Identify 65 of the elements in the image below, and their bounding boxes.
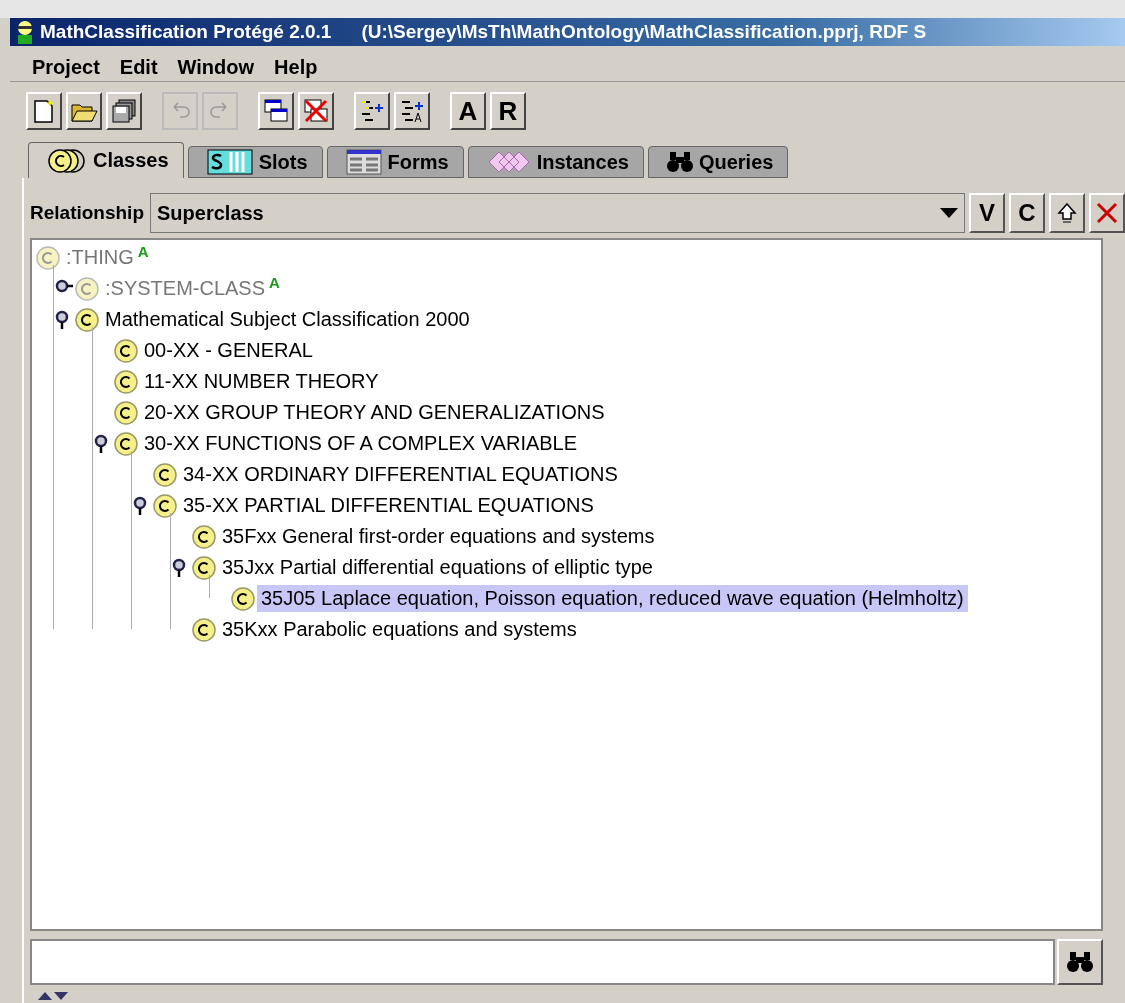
class-icon [114,431,138,456]
delete-icon [1095,201,1119,225]
forms-icon [345,149,382,175]
relationship-dropdown[interactable]: Superclass [150,193,965,233]
class-icon [36,245,60,270]
class-icon [192,555,216,580]
binoculars-icon [666,150,693,174]
tab[interactable]: Forms [326,146,464,178]
up-arrow-icon [1057,202,1077,224]
class-icon [75,307,99,332]
menu-item[interactable]: Window [169,56,263,81]
slots-icon [206,149,253,175]
class-icon [192,524,216,549]
menu-item[interactable]: Help [266,56,326,81]
tree-action-button[interactable]: C [1009,193,1045,233]
relationship-label: Relationship [30,202,144,224]
class-name[interactable]: :THING [62,244,138,271]
menu-item[interactable]: Edit [111,56,166,81]
tree-action-button[interactable]: V [969,193,1005,233]
class-icon [114,338,138,363]
abstract-marker: A [269,274,280,291]
class-name[interactable]: 35-XX PARTIAL DIFFERENTIAL EQUATIONS [179,492,598,519]
tab[interactable]: Queries [647,146,789,178]
tree-add-icon [399,98,425,124]
tab[interactable]: Instances [467,146,644,178]
class-icon [75,276,99,301]
new-file-icon [32,98,56,124]
class-icon [153,462,177,487]
class-name[interactable]: 35Fxx General first-order equations and systems [218,523,659,550]
delete-windows-icon [303,98,329,124]
class-name[interactable]: 11-XX NUMBER THEORY [140,368,383,395]
tree-action-button[interactable] [1049,193,1085,233]
class-icon [153,493,177,518]
toolbar-button[interactable]: A [450,92,486,130]
instances-icon [486,150,531,174]
class-name[interactable]: 35J05 Laplace equation, Poisson equation, reduced wave equation (Helmholtz) [257,585,968,612]
class-icon [114,400,138,425]
class-icon [114,369,138,394]
class-name[interactable]: 35Jxx Partial differential equations of elliptic type [218,554,657,581]
class-name[interactable]: 00-XX - GENERAL [140,337,317,364]
save-icon [111,98,137,124]
window-title: MathClassification Protégé 2.0.1 [40,21,332,43]
dropdown-caret-icon [940,208,958,218]
class-name[interactable]: 20-XX GROUP THEORY AND GENERALIZATIONS [140,399,609,426]
class-name[interactable]: Mathematical Subject Classification 2000 [101,306,474,333]
toolbar-button[interactable]: R [490,92,526,130]
tab[interactable]: Slots [187,146,323,178]
project-path: (U:\Sergey\MsTh\MathOntology\MathClassification.pprj, RDF S [361,21,927,43]
class-icon [192,617,216,642]
split-arrows-icon [36,991,70,1001]
tab[interactable]: Classes [28,142,184,178]
abstract-marker: A [137,243,149,260]
class-name[interactable]: :SYSTEM-CLASS [101,275,270,302]
binoculars-icon [1067,950,1093,974]
menu-item[interactable]: Project [24,56,108,81]
search-button[interactable] [1057,939,1103,985]
tree-add-icon [359,98,385,124]
windows-icon [263,98,289,124]
class-name[interactable]: 35Kxx Parabolic equations and systems [218,616,581,643]
class-icon [231,586,255,611]
classes-icon [47,147,87,174]
class-name[interactable]: 30-XX FUNCTIONS OF A COMPLEX VARIABLE [140,430,582,457]
search-field[interactable] [30,939,1055,985]
tree-action-button[interactable] [1089,193,1125,233]
class-name[interactable]: 34-XX ORDINARY DIFFERENTIAL EQUATIONS [179,461,622,488]
